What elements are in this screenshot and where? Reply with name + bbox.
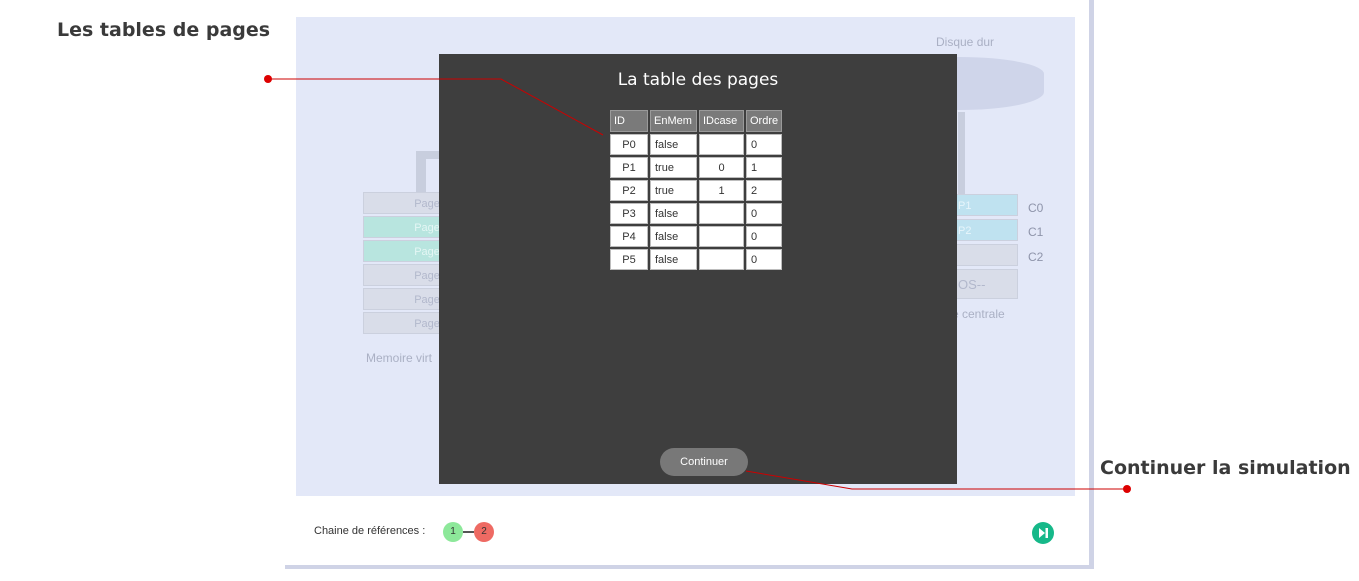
table-row: P5 false 0 (610, 249, 783, 270)
continue-button[interactable]: Continuer (660, 448, 748, 476)
cell-id: P1 (610, 157, 648, 178)
reference-badge: 2 (474, 522, 494, 542)
column-header-id: ID (610, 110, 648, 132)
cell-idcase (699, 134, 744, 155)
callout-dot-left (264, 75, 272, 83)
cell-id: P0 (610, 134, 648, 155)
table-row: P4 false 0 (610, 226, 783, 247)
virtual-memory-label: Memoire virt (366, 351, 433, 365)
cell-id: P4 (610, 226, 648, 247)
dialog-title: La table des pages (617, 70, 779, 90)
cell-idcase (699, 249, 744, 270)
cell-enmem: false (650, 134, 697, 155)
skip-next-glyph (1039, 528, 1048, 538)
cell-ordre: 1 (746, 157, 783, 178)
cell-idcase: 0 (699, 157, 744, 178)
cell-idcase (699, 226, 744, 247)
frame-border-bottom (285, 565, 1094, 569)
callout-dot-right (1123, 485, 1131, 493)
column-header-enmem: EnMem (650, 110, 697, 132)
cell-ordre: 0 (746, 249, 783, 270)
disk-label: Disque dur (936, 35, 995, 49)
reference-connector (463, 531, 474, 533)
frame-border (1089, 0, 1094, 569)
column-header-ordre: Ordre (746, 110, 783, 132)
cell-ordre: 2 (746, 180, 783, 201)
cell-id: P5 (610, 249, 648, 270)
table-row: P1 true 0 1 (610, 157, 783, 178)
cell-label: C1 (1028, 225, 1044, 239)
cell-enmem: false (650, 203, 697, 224)
page-table-dialog: La table des pages ID EnMem IDcase Ordre… (439, 54, 957, 484)
skip-next-icon[interactable] (1032, 522, 1054, 544)
cell-id: P2 (610, 180, 648, 201)
cell-label: C0 (1028, 201, 1044, 215)
cell-ordre: 0 (746, 226, 783, 247)
physical-memory-label: e centrale (952, 307, 1005, 321)
reference-badge: 1 (443, 522, 463, 542)
page-table: ID EnMem IDcase Ordre P0 false 0 P1 true… (608, 108, 784, 272)
cell-label: C2 (1028, 250, 1044, 264)
table-row: P0 false 0 (610, 134, 783, 155)
cell-enmem: false (650, 226, 697, 247)
annotation-page-tables: Les tables de pages (57, 19, 271, 41)
cell-idcase (699, 203, 744, 224)
cell-idcase: 1 (699, 180, 744, 201)
table-row: P3 false 0 (610, 203, 783, 224)
cell-enmem: true (650, 157, 697, 178)
reference-string-label: Chaine de références : (314, 525, 426, 537)
cell-enmem: true (650, 180, 697, 201)
annotation-continue: Continuer la simulation (1100, 457, 1351, 479)
table-row: P2 true 1 2 (610, 180, 783, 201)
cell-ordre: 0 (746, 203, 783, 224)
column-header-idcase: IDcase (699, 110, 744, 132)
cell-id: P3 (610, 203, 648, 224)
cell-ordre: 0 (746, 134, 783, 155)
bus-line (958, 112, 965, 194)
table-header-row: ID EnMem IDcase Ordre (610, 110, 783, 132)
cell-enmem: false (650, 249, 697, 270)
